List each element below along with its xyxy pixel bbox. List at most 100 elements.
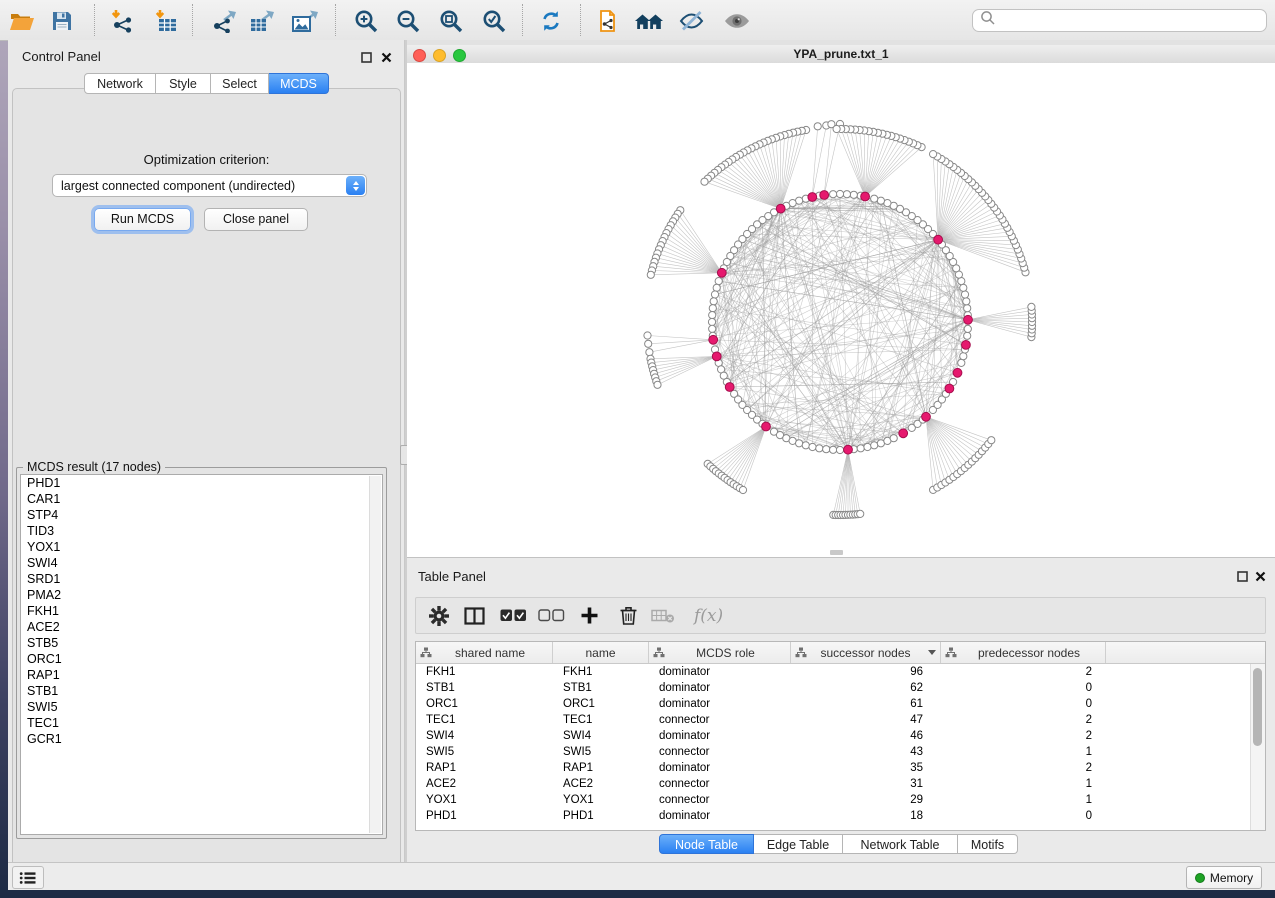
- table-row-YOX1[interactable]: YOX1YOX1connector291: [416, 792, 1251, 808]
- deselect-all-rows-icon[interactable]: [538, 598, 565, 633]
- network-view-canvas[interactable]: [407, 63, 1275, 557]
- table-row-RAP1[interactable]: RAP1RAP1dominator352: [416, 760, 1251, 776]
- table-scrollbar-thumb[interactable]: [1253, 668, 1262, 746]
- mcds-result-item[interactable]: CAR1: [21, 491, 382, 507]
- column-header-name[interactable]: name: [553, 642, 649, 663]
- cell-role: dominator: [649, 698, 791, 710]
- delete-column-icon[interactable]: [619, 598, 638, 633]
- tab-network-table[interactable]: Network Table: [843, 834, 958, 854]
- tab-mcds[interactable]: MCDS: [269, 73, 329, 94]
- zoom-out-icon[interactable]: [395, 8, 421, 34]
- show-all-eye-icon[interactable]: [723, 8, 751, 34]
- close-panel-button[interactable]: Close panel: [204, 208, 308, 231]
- close-table-panel-icon[interactable]: [1254, 570, 1267, 583]
- home-icon[interactable]: [634, 8, 664, 34]
- gear-icon[interactable]: [428, 598, 450, 633]
- cell-name: ACE2: [553, 778, 649, 790]
- cell-name: YOX1: [553, 794, 649, 806]
- refresh-icon[interactable]: [539, 8, 563, 34]
- task-history-button[interactable]: [12, 866, 44, 889]
- column-header-shared-name[interactable]: shared name: [416, 642, 553, 663]
- table-panel-title: Table Panel: [418, 569, 486, 584]
- zoom-selected-icon[interactable]: [481, 8, 507, 34]
- mcds-result-item[interactable]: STP4: [21, 507, 382, 523]
- tab-node-table[interactable]: Node Table: [659, 834, 754, 854]
- float-panel-icon[interactable]: [360, 51, 373, 64]
- show-columns-icon[interactable]: [464, 598, 485, 633]
- zoom-in-icon[interactable]: [353, 8, 379, 34]
- cell-role: dominator: [649, 682, 791, 694]
- mcds-result-item[interactable]: ACE2: [21, 619, 382, 635]
- mcds-result-item[interactable]: PMA2: [21, 587, 382, 603]
- toolbar-separator: [335, 4, 336, 36]
- column-header-MCDS-role[interactable]: MCDS role: [649, 642, 791, 663]
- network-graph[interactable]: [407, 63, 1275, 557]
- mcds-result-item[interactable]: GCR1: [21, 731, 382, 747]
- save-session-icon[interactable]: [51, 8, 73, 34]
- criterion-dropdown[interactable]: largest connected component (undirected): [52, 174, 367, 197]
- list-scrollbar[interactable]: [369, 476, 381, 833]
- open-file-icon[interactable]: [9, 8, 35, 34]
- hide-selected-eye-icon[interactable]: [678, 8, 706, 34]
- table-row-ORC1[interactable]: ORC1ORC1dominator610: [416, 696, 1251, 712]
- table-row-FKH1[interactable]: FKH1FKH1dominator962: [416, 664, 1251, 680]
- cell-role: connector: [649, 714, 791, 726]
- toolbar-separator: [522, 4, 523, 36]
- mcds-result-item[interactable]: SWI5: [21, 699, 382, 715]
- add-column-icon[interactable]: [580, 598, 599, 633]
- table-row-PHD1[interactable]: PHD1PHD1dominator180: [416, 808, 1251, 824]
- tab-select[interactable]: Select: [211, 73, 269, 94]
- mcds-result-item[interactable]: TID3: [21, 523, 382, 539]
- cell-shared_name: PHD1: [416, 810, 553, 822]
- import-network-icon[interactable]: [109, 8, 135, 34]
- node-table: shared namenameMCDS rolesuccessor nodesp…: [415, 641, 1266, 831]
- table-scrollbar[interactable]: [1250, 664, 1265, 830]
- network-window-titlebar[interactable]: YPA_prune.txt_1: [407, 45, 1275, 64]
- export-table-icon[interactable]: [249, 8, 277, 34]
- run-mcds-button[interactable]: Run MCDS: [94, 208, 191, 231]
- mcds-result-item[interactable]: SWI4: [21, 555, 382, 571]
- search-icon: [980, 10, 996, 31]
- mcds-result-item[interactable]: STB5: [21, 635, 382, 651]
- table-row-SWI4[interactable]: SWI4SWI4dominator462: [416, 728, 1251, 744]
- select-all-rows-icon[interactable]: [500, 598, 527, 633]
- mcds-result-item[interactable]: TEC1: [21, 715, 382, 731]
- tab-network[interactable]: Network: [84, 73, 156, 94]
- cell-successors: 18: [791, 810, 941, 822]
- float-table-panel-icon[interactable]: [1236, 570, 1249, 583]
- cell-predecessors: 2: [941, 714, 1106, 726]
- column-header-successor-nodes[interactable]: successor nodes: [791, 642, 941, 663]
- column-header-predecessor-nodes[interactable]: predecessor nodes: [941, 642, 1106, 663]
- export-network-icon[interactable]: [211, 8, 239, 34]
- mcds-result-list[interactable]: PHD1CAR1STP4TID3YOX1SWI4SRD1PMA2FKH1ACE2…: [20, 474, 383, 835]
- mcds-result-item[interactable]: PHD1: [21, 475, 382, 491]
- table-row-SWI5[interactable]: SWI5SWI5connector431: [416, 744, 1251, 760]
- table-row-TEC1[interactable]: TEC1TEC1connector472: [416, 712, 1251, 728]
- export-image-icon[interactable]: [291, 8, 321, 34]
- mcds-result-item[interactable]: YOX1: [21, 539, 382, 555]
- memory-button[interactable]: Memory: [1186, 866, 1262, 889]
- cell-role: dominator: [649, 730, 791, 742]
- mcds-result-item[interactable]: STB1: [21, 683, 382, 699]
- canvas-splitter-handle[interactable]: [830, 550, 843, 555]
- mcds-result-item[interactable]: FKH1: [21, 603, 382, 619]
- close-panel-icon[interactable]: [380, 51, 393, 64]
- tab-motifs[interactable]: Motifs: [958, 834, 1018, 854]
- table-row-STB1[interactable]: STB1STB1dominator620: [416, 680, 1251, 696]
- tab-edge-table[interactable]: Edge Table: [754, 834, 843, 854]
- memory-label: Memory: [1210, 871, 1253, 885]
- zoom-fit-icon[interactable]: [438, 8, 464, 34]
- search-input[interactable]: [972, 9, 1267, 32]
- cell-predecessors: 2: [941, 666, 1106, 678]
- mcds-result-item[interactable]: RAP1: [21, 667, 382, 683]
- clone-network-icon[interactable]: [596, 8, 618, 34]
- tab-style[interactable]: Style: [156, 73, 211, 94]
- node-table-body: FKH1FKH1dominator962STB1STB1dominator620…: [416, 664, 1251, 830]
- cell-predecessors: 1: [941, 794, 1106, 806]
- cell-role: dominator: [649, 762, 791, 774]
- table-row-ACE2[interactable]: ACE2ACE2connector311: [416, 776, 1251, 792]
- cell-role: connector: [649, 794, 791, 806]
- mcds-result-item[interactable]: ORC1: [21, 651, 382, 667]
- mcds-result-item[interactable]: SRD1: [21, 571, 382, 587]
- import-table-icon[interactable]: [153, 8, 179, 34]
